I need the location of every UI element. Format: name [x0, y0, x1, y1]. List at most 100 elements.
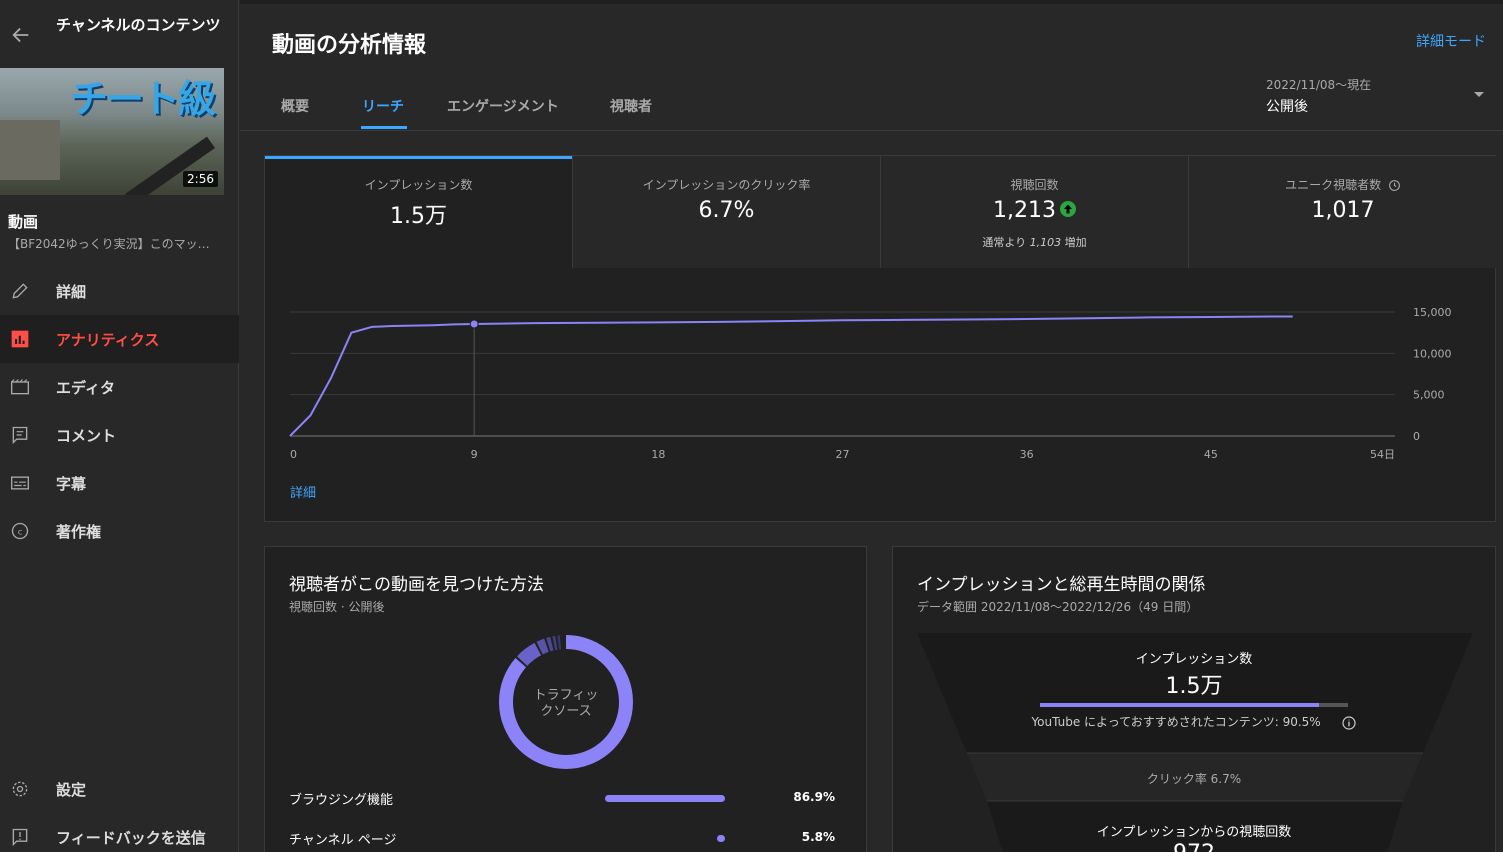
metric-ctr[interactable]: インプレッションのクリック率 6.7% [573, 156, 881, 268]
traffic-source-pct: 86.9% [793, 790, 835, 804]
subtitles-icon [9, 472, 31, 494]
detail-mode-link[interactable]: 詳細モード [1416, 31, 1486, 51]
sidebar-item-settings[interactable]: 設定 [0, 765, 239, 813]
main-content: 動画の分析情報 詳細モード 概要 リーチ エンゲージメント 視聴者 2022/1… [240, 0, 1503, 852]
impressions-line-chart[interactable]: 0 5,000 10,000 15,000 0 9 18 27 36 45 54日 [265, 268, 1495, 478]
video-name: 【BF2042ゆっくり実況】このマッ… [8, 237, 210, 251]
traffic-source-row[interactable]: チャンネル ページ 5.8% [289, 829, 849, 849]
arrow-up-icon [1059, 201, 1076, 217]
sidebar-item-label: 字幕 [56, 474, 87, 493]
y-tick-label: 0 [1413, 430, 1420, 443]
metric-label-wrap: ユニーク視聴者数 [1189, 176, 1497, 193]
recommended-row: YouTube によっておすすめされたコンテンツ: 90.5% [893, 713, 1495, 731]
metric-label: ユニーク視聴者数 [1285, 178, 1382, 192]
sidebar-item-label: エディタ [56, 378, 115, 397]
clapperboard-icon [9, 376, 31, 398]
sidebar-item-subtitles[interactable]: 字幕 [0, 459, 239, 507]
impressions-series-line [289, 315, 1293, 437]
hover-point [469, 319, 479, 329]
sidebar-item-label: フィードバックを送信 [56, 828, 206, 847]
traffic-source-label: ブラウジング機能 [289, 793, 394, 808]
reach-metrics-card: インプレッション数 1.5万 インプレッションのクリック率 6.7% 視聴回数 … [264, 155, 1497, 522]
date-range-dates: 2022/11/08～現在 [1266, 78, 1372, 92]
card-title: 視聴者がこの動画を見つけた方法 [289, 575, 544, 595]
sidebar-item-details[interactable]: 詳細 [0, 267, 239, 315]
note-prefix: 通常より [982, 236, 1027, 249]
sidebar-item-editor[interactable]: エディタ [0, 363, 239, 411]
metric-value: 1,017 [1311, 198, 1375, 223]
page-title: 動画の分析情報 [272, 33, 427, 58]
card-subtitle: データ範囲 2022/11/08～2022/12/26（49 日間） [917, 600, 1199, 614]
sidebar-nav: 詳細 アナリティクス エディタ コメント 字幕 c 著作権 [0, 267, 239, 555]
traffic-sources-card: 視聴者がこの動画を見つけた方法 視聴回数 · 公開後 トラフィックソース ブラウ… [264, 546, 867, 852]
x-tick-label: 54日 [1370, 448, 1395, 461]
chart-details-link[interactable]: 詳細 [290, 482, 316, 501]
channel-content-title: チャンネルのコンテンツ [56, 16, 221, 34]
metric-views[interactable]: 視聴回数 1,213 通常より 1,103 増加 [881, 156, 1189, 268]
metric-unique-viewers[interactable]: ユニーク視聴者数 1,017 [1189, 156, 1497, 268]
metric-value-wrap: 1,213 [881, 198, 1188, 223]
recommended-bar [1040, 703, 1319, 707]
traffic-source-pct: 5.8% [801, 830, 835, 844]
sidebar: チャンネルのコンテンツ チート級 2:56 動画 【BF2042ゆっくり実況】こ… [0, 0, 239, 852]
comment-icon [9, 424, 31, 446]
metric-impressions[interactable]: インプレッション数 1.5万 [265, 156, 573, 268]
copyright-icon: c [9, 520, 31, 542]
analytics-icon [9, 328, 31, 350]
x-tick-label: 9 [471, 448, 478, 461]
x-tick-label: 36 [1020, 448, 1034, 461]
views-comparison-note: 通常より 1,103 増加 [881, 234, 1188, 250]
top-divider [240, 0, 1503, 4]
sidebar-item-comments[interactable]: コメント [0, 411, 239, 459]
tab-reach[interactable]: リーチ [362, 96, 404, 116]
funnel-views-label: インプレッションからの視聴回数 [1096, 825, 1292, 840]
thumbnail-building [0, 120, 60, 180]
recommended-text: YouTube によっておすすめされたコンテンツ: 90.5% [1031, 715, 1321, 729]
sidebar-item-copyright[interactable]: c 著作権 [0, 507, 239, 555]
sidebar-bottom-nav: 設定 フィードバックを送信 [0, 765, 239, 852]
x-tick-label: 18 [651, 448, 665, 461]
gear-icon [9, 778, 31, 800]
metric-label: 視聴回数 [1010, 178, 1059, 192]
traffic-source-bar [716, 835, 725, 842]
sidebar-item-feedback[interactable]: フィードバックを送信 [0, 813, 239, 852]
card-subtitle: 視聴回数 · 公開後 [289, 600, 385, 614]
date-range-picker[interactable]: 2022/11/08～現在 公開後 [1266, 76, 1371, 116]
metric-value: 6.7% [698, 198, 755, 223]
recommended-track [1040, 703, 1348, 707]
y-tick-label: 15,000 [1413, 306, 1452, 319]
active-metric-indicator [265, 156, 572, 159]
note-value: 1,103 [1029, 236, 1062, 249]
svg-text:c: c [18, 526, 23, 536]
card-title: インプレッションと総再生時間の関係 [917, 575, 1206, 595]
dropdown-caret-icon[interactable] [1474, 92, 1484, 97]
traffic-source-row[interactable]: ブラウジング機能 86.9% [289, 789, 849, 809]
clock-icon [1389, 180, 1400, 191]
traffic-source-bar [605, 795, 725, 802]
x-tick-label: 45 [1204, 448, 1218, 461]
y-tick-label: 5,000 [1413, 389, 1445, 402]
x-tick-label: 0 [290, 448, 297, 461]
traffic-source-label: チャンネル ページ [289, 833, 397, 848]
funnel-impressions-value: 1.5万 [1165, 674, 1223, 699]
sidebar-item-analytics[interactable]: アナリティクス [0, 315, 239, 363]
sidebar-item-label: 設定 [56, 780, 87, 799]
thumbnail-overlay-text: チート級 [70, 77, 216, 121]
y-tick-label: 10,000 [1413, 347, 1452, 360]
tab-overview[interactable]: 概要 [281, 96, 309, 116]
sidebar-header: チャンネルのコンテンツ [0, 0, 239, 66]
tab-audience[interactable]: 視聴者 [610, 96, 652, 116]
x-tick-label: 27 [836, 448, 850, 461]
donut-center-label: トラフィックソース [533, 688, 599, 719]
sidebar-item-label: 詳細 [56, 282, 87, 301]
video-thumbnail[interactable]: チート級 2:56 [0, 68, 224, 195]
back-arrow-icon[interactable] [10, 24, 32, 46]
impressions-funnel-card: インプレッションと総再生時間の関係 データ範囲 2022/11/08～2022/… [892, 546, 1496, 852]
active-tab-indicator [361, 126, 407, 129]
info-icon[interactable] [1341, 715, 1357, 731]
note-suffix: 増加 [1064, 236, 1087, 249]
sidebar-item-label: アナリティクス [56, 330, 160, 349]
metric-label: インプレッションのクリック率 [642, 178, 811, 192]
funnel-impressions-label: インプレッション数 [1135, 652, 1253, 667]
tab-engagement[interactable]: エンゲージメント [447, 96, 559, 116]
